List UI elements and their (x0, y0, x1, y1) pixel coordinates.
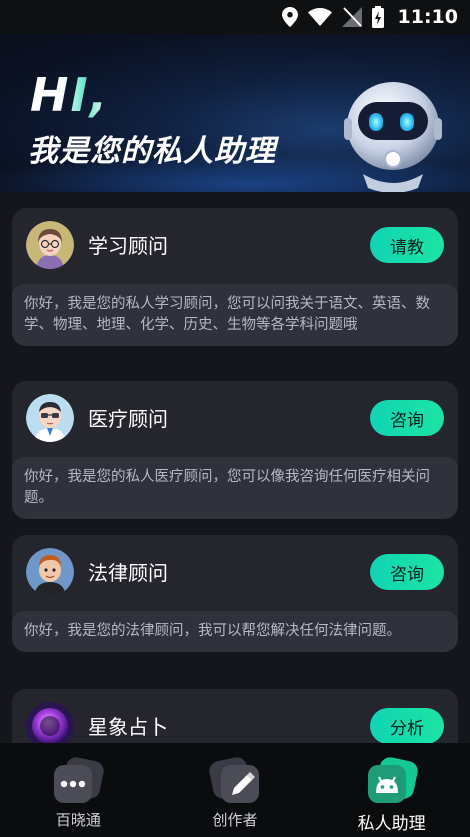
hero-banner: HI, 我是您的私人助理 (0, 34, 470, 192)
wifi-icon (307, 8, 332, 26)
android-robot-icon (366, 757, 418, 805)
tab-label: 百晓通 (55, 811, 101, 829)
hero-title: 我是您的私人助理 (28, 134, 276, 169)
status-time: 11:10 (397, 6, 458, 28)
consult-button[interactable]: 咨询 (370, 400, 444, 436)
no-signal-icon (341, 7, 362, 27)
analyze-button[interactable]: 分析 (370, 708, 444, 743)
study-advisor-avatar (26, 221, 74, 269)
card-description: 你好，我是您的法律顾问，我可以帮您解决任何法律问题。 (12, 611, 458, 652)
chat-bubble-icon (52, 757, 105, 805)
robot-mascot-icon (338, 66, 448, 192)
legal-advisor-avatar (26, 548, 74, 596)
tab-label: 私人助理 (357, 814, 426, 834)
bottom-tab-bar: 百晓通 创作者 私人助理 (0, 743, 470, 837)
medical-advisor-avatar (26, 394, 74, 442)
advisor-card-medical[interactable]: 医疗顾问 咨询 你好，我是您的私人医疗顾问，您可以像我咨询任何医疗相关问题。 (12, 381, 458, 519)
consult-button[interactable]: 咨询 (370, 554, 444, 590)
tab-label: 创作者 (212, 811, 258, 829)
hero-greeting: HI, (30, 68, 110, 122)
card-title: 医疗顾问 (88, 407, 168, 431)
card-description: 你好，我是您的私人医疗顾问，您可以像我咨询任何医疗相关问题。 (12, 457, 458, 519)
battery-charging-icon (371, 6, 384, 28)
tab-creator[interactable]: 创作者 (157, 743, 314, 837)
advisor-card-legal[interactable]: 法律顾问 咨询 你好，我是您的法律顾问，我可以帮您解决任何法律问题。 (12, 535, 458, 652)
astrology-avatar (26, 702, 74, 743)
tab-baixiaotong[interactable]: 百晓通 (0, 743, 157, 837)
pencil-icon (209, 757, 261, 805)
card-title: 星象占卜 (88, 715, 168, 739)
advisor-card-astrology[interactable]: 星象占卜 分析 (12, 689, 458, 743)
card-description: 你好，我是您的私人学习顾问，您可以问我关于语文、英语、数学、物理、地理、化学、历… (12, 284, 458, 346)
tab-personal-assistant[interactable]: 私人助理 (313, 743, 470, 837)
advisor-card-study[interactable]: 学习顾问 请教 你好，我是您的私人学习顾问，您可以问我关于语文、英语、数学、物理… (12, 208, 458, 346)
location-icon (281, 7, 298, 27)
ask-button[interactable]: 请教 (370, 227, 444, 263)
card-title: 学习顾问 (88, 234, 168, 258)
status-bar: 11:10 (0, 0, 470, 34)
card-title: 法律顾问 (88, 561, 168, 585)
